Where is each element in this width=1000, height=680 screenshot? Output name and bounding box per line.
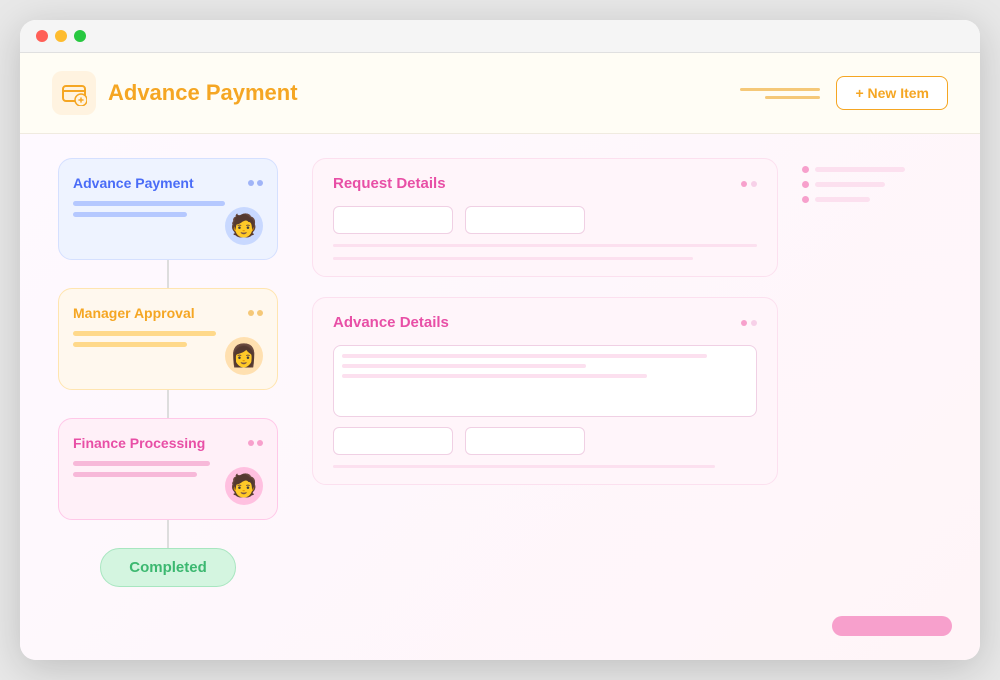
- textarea-line-3: [342, 374, 647, 378]
- app-icon: [52, 71, 96, 115]
- sidebar-column: [802, 158, 952, 636]
- details-column: Request Details Advance: [312, 158, 778, 636]
- maximize-button[interactable]: [74, 30, 86, 42]
- request-details-section: Request Details: [312, 158, 778, 277]
- app-window: Advance Payment + New Item Advance Payme…: [20, 20, 980, 660]
- toggle-dot-1: [741, 320, 747, 326]
- section-toggle[interactable]: [741, 181, 757, 187]
- dot-2: [257, 440, 263, 446]
- toggle-dot-1: [741, 181, 747, 187]
- section-header: Advance Details: [333, 314, 757, 331]
- card-dots: [248, 180, 263, 186]
- card-title: Manager Approval: [73, 305, 195, 321]
- finance-processing-card[interactable]: Finance Processing 🧑: [58, 418, 278, 520]
- dot-1: [248, 440, 254, 446]
- connector-2: [167, 390, 169, 418]
- completed-badge: Completed: [100, 548, 236, 587]
- line-1: [73, 461, 210, 466]
- section-header: Request Details: [333, 175, 757, 192]
- line-2: [73, 212, 187, 217]
- dot-1: [248, 180, 254, 186]
- field-1[interactable]: [333, 206, 453, 234]
- connector-3: [167, 520, 169, 548]
- sidebar-item-3: [802, 196, 952, 203]
- form-row-2: [333, 427, 757, 455]
- field-3[interactable]: [333, 427, 453, 455]
- sidebar-bar-3: [815, 197, 870, 202]
- dot-2: [257, 180, 263, 186]
- dot-2: [257, 310, 263, 316]
- textarea-line-2: [342, 364, 586, 368]
- sidebar-action-button[interactable]: [832, 616, 952, 636]
- form-row-1: [333, 206, 757, 234]
- card-header: Finance Processing: [73, 435, 263, 451]
- line-1: [73, 201, 225, 206]
- line-2: [73, 472, 197, 477]
- manager-approval-card[interactable]: Manager Approval 👩: [58, 288, 278, 390]
- avatar: 🧑: [225, 467, 263, 505]
- sidebar-bar-2: [815, 182, 885, 187]
- sidebar-bar-1: [815, 167, 905, 172]
- card-header: Advance Payment: [73, 175, 263, 191]
- workflow-column: Advance Payment 🧑 Manager Approval: [48, 158, 288, 636]
- titlebar: [20, 20, 980, 53]
- sidebar-item-2: [802, 181, 952, 188]
- new-item-button[interactable]: + New Item: [836, 76, 948, 110]
- card-dots: [248, 310, 263, 316]
- page-title: Advance Payment: [108, 80, 298, 106]
- minimize-button[interactable]: [55, 30, 67, 42]
- sidebar-spacer: [802, 223, 952, 604]
- sidebar-dot-2: [802, 181, 809, 188]
- sidebar-item-1: [802, 166, 952, 173]
- main-content: Advance Payment 🧑 Manager Approval: [20, 134, 980, 660]
- connector-1: [167, 260, 169, 288]
- advance-details-title: Advance Details: [333, 314, 449, 331]
- toggle-dot-2: [751, 181, 757, 187]
- card-title: Finance Processing: [73, 435, 205, 451]
- sidebar-dot-1: [802, 166, 809, 173]
- separator-1: [333, 244, 757, 247]
- header-right: + New Item: [740, 76, 948, 110]
- close-button[interactable]: [36, 30, 48, 42]
- field-2[interactable]: [465, 206, 585, 234]
- textarea-line-1: [342, 354, 707, 358]
- avatar: 👩: [225, 337, 263, 375]
- header-decoration: [740, 88, 820, 99]
- field-4[interactable]: [465, 427, 585, 455]
- sidebar-dot-3: [802, 196, 809, 203]
- advance-details-section: Advance Details: [312, 297, 778, 485]
- card-title: Advance Payment: [73, 175, 194, 191]
- app-header: Advance Payment + New Item: [20, 53, 980, 134]
- toggle-dot-2: [751, 320, 757, 326]
- section-toggle[interactable]: [741, 320, 757, 326]
- header-line-2: [765, 96, 820, 99]
- text-area[interactable]: [333, 345, 757, 417]
- dot-1: [248, 310, 254, 316]
- advance-payment-card[interactable]: Advance Payment 🧑: [58, 158, 278, 260]
- line-1: [73, 331, 216, 336]
- separator-2: [333, 257, 693, 260]
- header-left: Advance Payment: [52, 71, 298, 115]
- sidebar-items: [802, 166, 952, 203]
- avatar: 🧑: [225, 207, 263, 245]
- line-2: [73, 342, 187, 347]
- header-line-1: [740, 88, 820, 91]
- separator-3: [333, 465, 715, 468]
- card-dots: [248, 440, 263, 446]
- payment-icon: [61, 80, 87, 106]
- request-details-title: Request Details: [333, 175, 446, 192]
- card-header: Manager Approval: [73, 305, 263, 321]
